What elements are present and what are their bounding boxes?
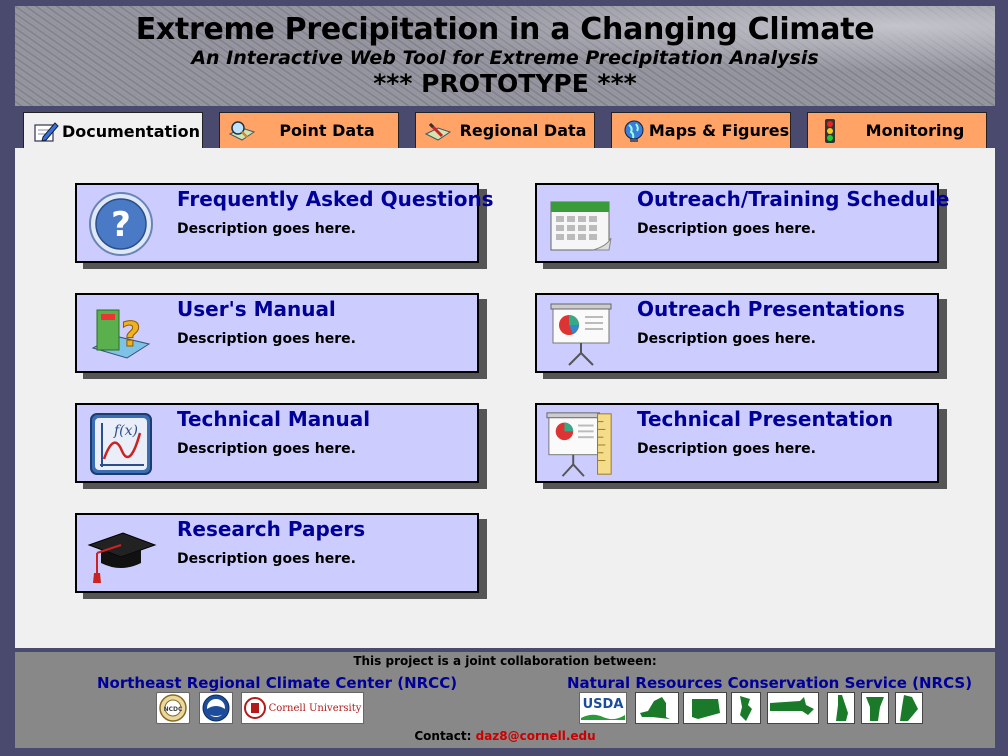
prototype-label: *** PROTOTYPE ***	[373, 69, 637, 98]
graduation-cap-icon	[85, 520, 157, 588]
card-description: Description goes here.	[637, 221, 816, 237]
tab-point-data[interactable]: Point Data	[219, 112, 399, 148]
massachusetts-state-icon[interactable]	[767, 692, 819, 724]
tab-label: Regional Data	[459, 121, 587, 140]
svg-text:f(x): f(x)	[113, 423, 138, 439]
card-title: Technical Manual	[177, 407, 371, 431]
card-research-papers[interactable]: Research Papers Description goes here.	[75, 513, 479, 593]
contact-email-link[interactable]: daz8@cornell.edu	[476, 729, 596, 743]
nrcc-link[interactable]: Northeast Regional Climate Center (NRCC)	[97, 674, 457, 692]
traffic-light-icon	[816, 118, 844, 143]
svg-text:?: ?	[111, 205, 131, 245]
tab-maps-figures[interactable]: Maps & Figures	[611, 112, 791, 148]
magnifier-map-icon	[228, 119, 256, 143]
new-york-state-icon[interactable]	[635, 692, 679, 724]
cornell-logo[interactable]: Cornell University	[241, 692, 364, 724]
contact-line: Contact: daz8@cornell.edu	[15, 729, 995, 743]
usda-logo[interactable]: USDA	[579, 692, 627, 724]
tab-regional-data[interactable]: Regional Data	[415, 112, 595, 148]
tab-label: Maps & Figures	[648, 121, 790, 140]
card-description: Description goes here.	[177, 331, 356, 347]
question-icon: ?	[85, 190, 157, 258]
card-title: User's Manual	[177, 297, 336, 321]
card-title: Frequently Asked Questions	[177, 187, 494, 211]
card-description: Description goes here.	[177, 221, 356, 237]
tab-documentation[interactable]: Documentation	[23, 112, 203, 150]
card-description: Description goes here.	[177, 441, 356, 457]
tab-monitoring[interactable]: Monitoring	[807, 112, 987, 148]
footer: This project is a joint collaboration be…	[15, 652, 995, 748]
card-technical-presentation[interactable]: Technical Presentation Description goes …	[535, 403, 939, 483]
maine-state-icon[interactable]	[895, 692, 923, 724]
card-description: Description goes here.	[637, 331, 816, 347]
ncdc-logo[interactable]: NCDC	[156, 692, 190, 724]
card-description: Description goes here.	[177, 551, 356, 567]
calendar-icon	[545, 190, 617, 258]
pencil-notepad-icon	[32, 120, 60, 144]
page-title: Extreme Precipitation in a Changing Clim…	[135, 12, 875, 47]
usda-logo-text: USDA	[582, 696, 624, 712]
tab-label: Point Data	[279, 121, 375, 140]
card-title: Technical Presentation	[637, 407, 894, 431]
tab-label: Documentation	[61, 122, 201, 141]
card-title: Outreach/Training Schedule	[637, 187, 950, 211]
card-outreach-training-schedule[interactable]: Outreach/Training Schedule Description g…	[535, 183, 949, 263]
function-graph-icon: f(x)	[85, 410, 157, 478]
card-title: Research Papers	[177, 517, 366, 541]
card-faq[interactable]: ? Frequently Asked Questions Description…	[75, 183, 494, 263]
noaa-logo[interactable]	[199, 692, 233, 724]
contact-label: Contact:	[414, 729, 472, 743]
nrcs-link[interactable]: Natural Resources Conservation Service (…	[567, 674, 972, 692]
vermont-state-icon[interactable]	[861, 692, 889, 724]
tab-label: Monitoring	[865, 121, 965, 140]
cornell-logo-text: Cornell University	[268, 702, 362, 714]
header-banner: Extreme Precipitation in a Changing Clim…	[15, 6, 995, 106]
tab-bar: Documentation Point Data Regional Data M…	[23, 112, 993, 150]
card-outreach-presentations[interactable]: Outreach Presentations Description goes …	[535, 293, 939, 373]
presentation-icon	[545, 300, 617, 368]
card-description: Description goes here.	[637, 441, 816, 457]
card-users-manual[interactable]: ? User's Manual Description goes here.	[75, 293, 479, 373]
new-hampshire-state-icon[interactable]	[827, 692, 855, 724]
card-technical-manual[interactable]: f(x) Technical Manual Description goes h…	[75, 403, 479, 483]
ncdc-text: NCDC	[164, 706, 183, 713]
globe-icon	[620, 119, 648, 143]
card-title: Outreach Presentations	[637, 297, 905, 321]
map-pencil-icon	[424, 119, 452, 143]
collaboration-text: This project is a joint collaboration be…	[353, 654, 657, 668]
page-subtitle: An Interactive Web Tool for Extreme Prec…	[191, 47, 819, 69]
content-panel: ? Frequently Asked Questions Description…	[15, 148, 995, 648]
presentation-ruler-icon	[545, 410, 617, 478]
new-jersey-state-icon[interactable]	[731, 692, 761, 724]
connecticut-state-icon[interactable]	[683, 692, 727, 724]
svg-text:?: ?	[121, 315, 141, 355]
help-book-icon: ?	[85, 300, 157, 368]
